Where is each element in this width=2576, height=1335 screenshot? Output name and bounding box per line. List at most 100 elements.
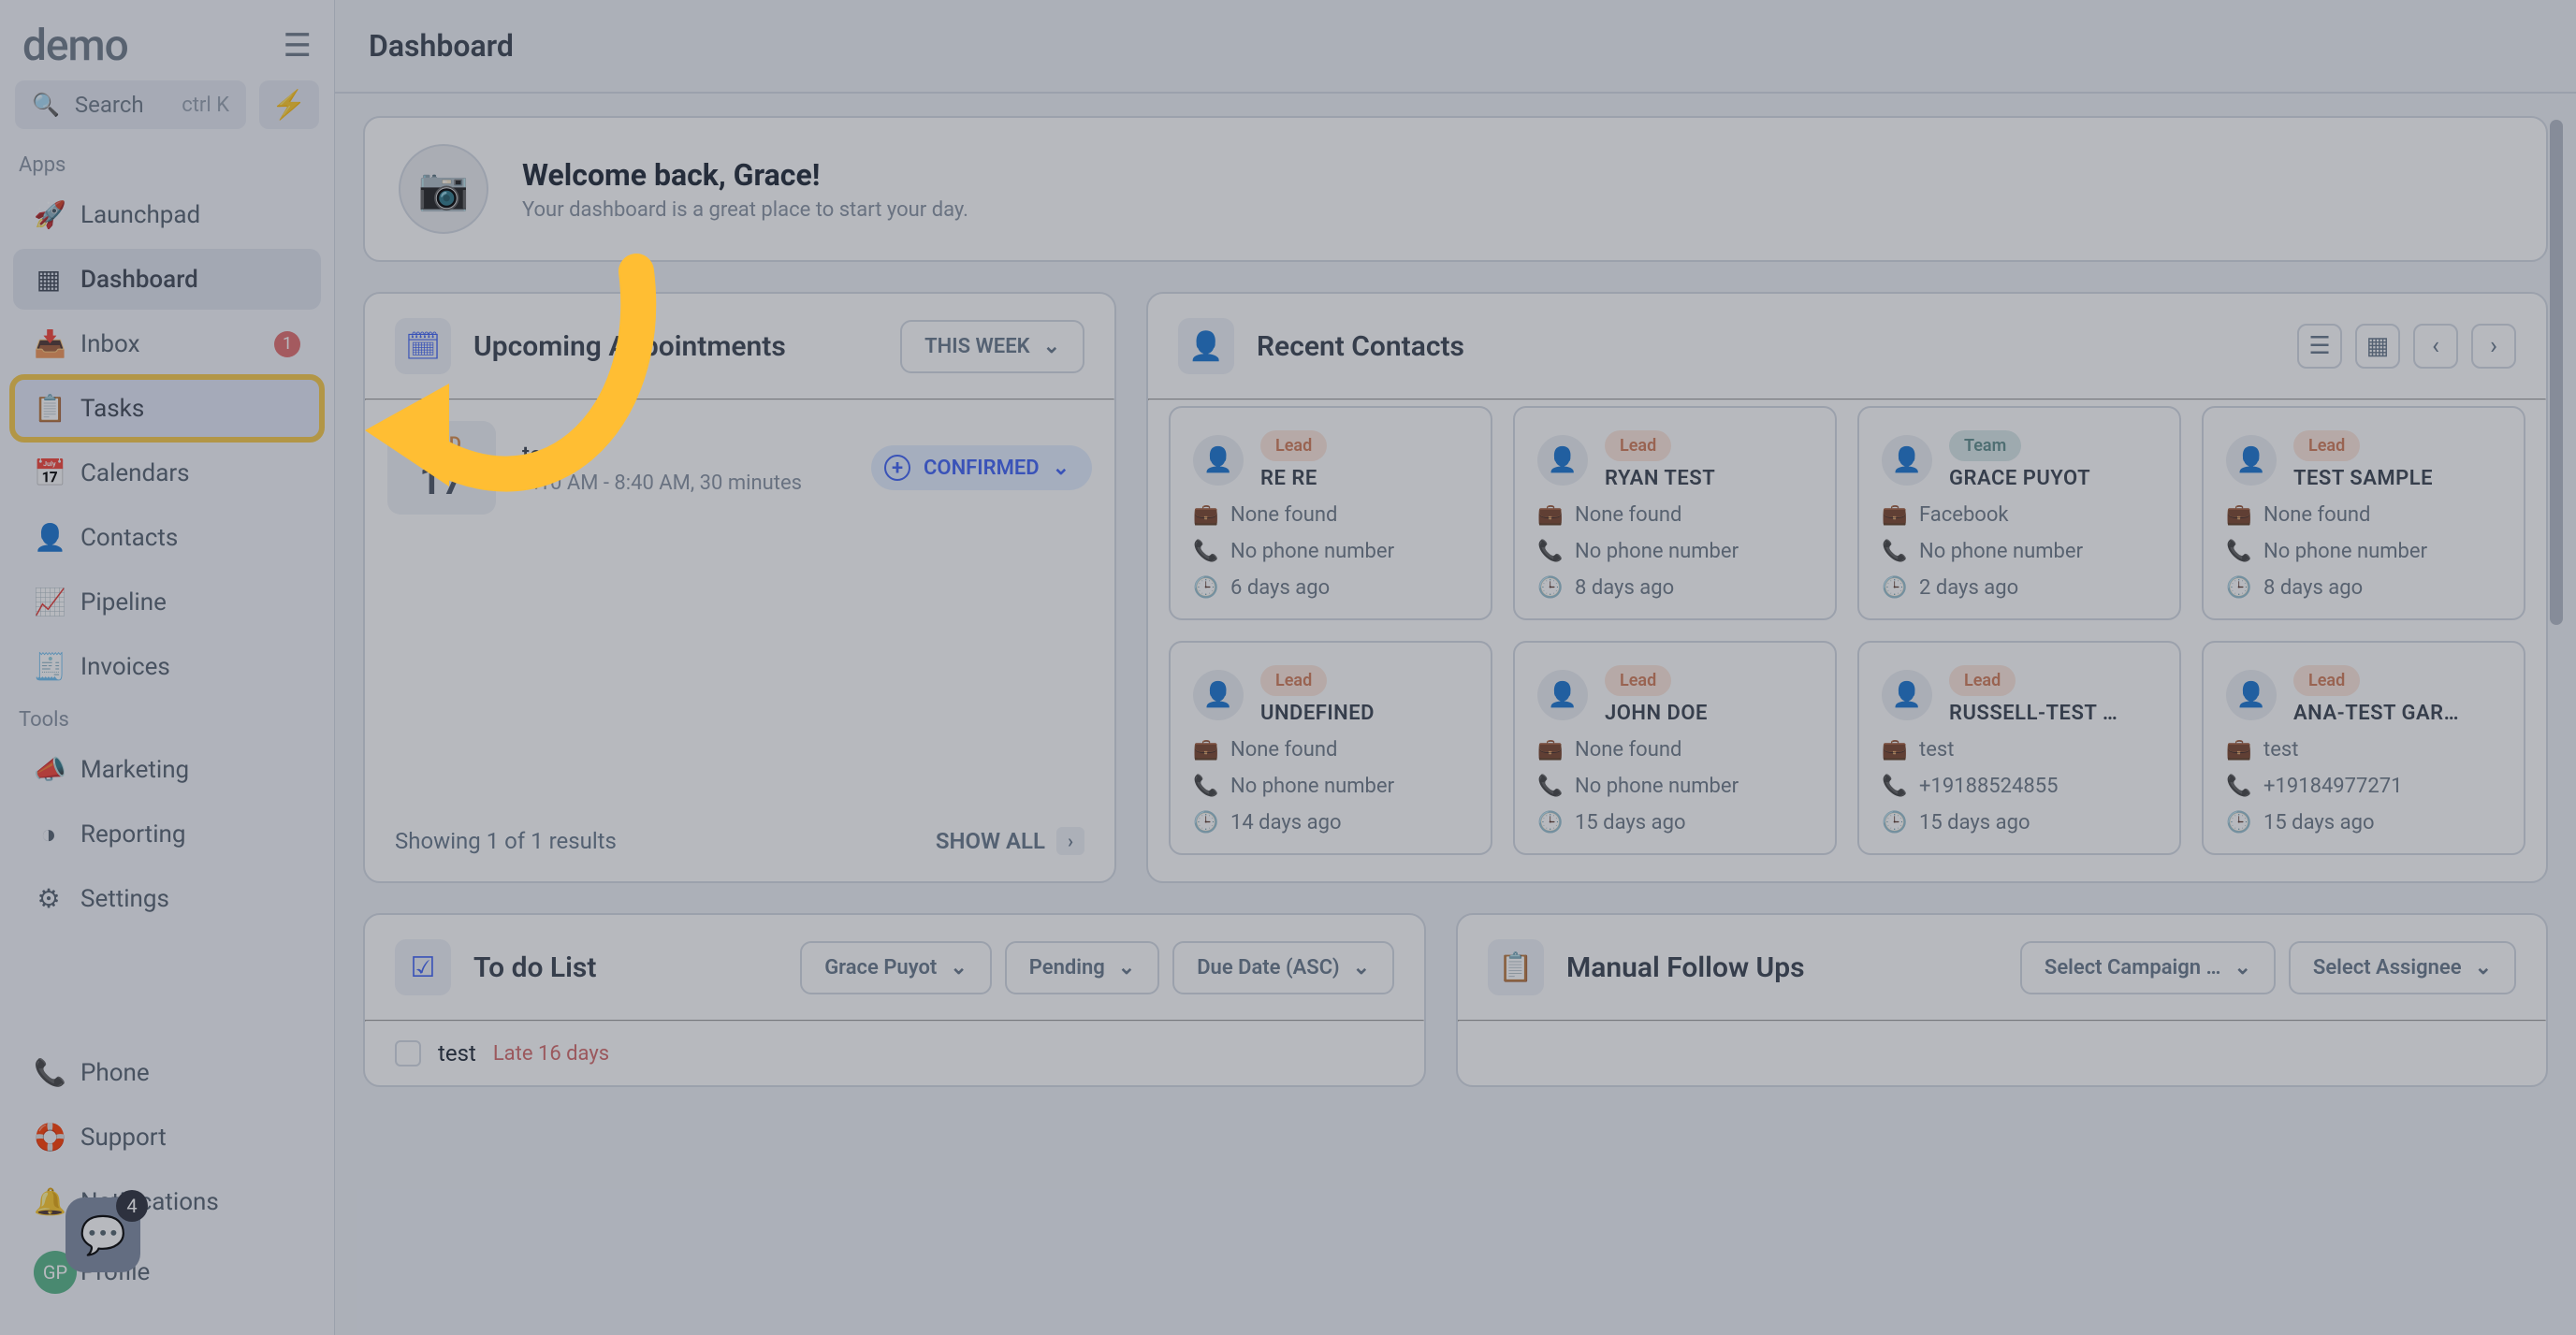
sidebar-item-label: Phone (80, 1059, 150, 1087)
contact-card[interactable]: 👤LeadRE RE💼None found📞No phone number🕒6 … (1169, 406, 1492, 620)
contact-name: UNDEFINED (1260, 702, 1375, 725)
contact-card[interactable]: 👤LeadRYAN TEST💼None found📞No phone numbe… (1513, 406, 1837, 620)
contact-card[interactable]: 👤LeadJOHN DOE💼None found📞No phone number… (1513, 641, 1837, 855)
followups-heading: Manual Follow Ups (1566, 951, 1998, 984)
checkbox[interactable] (395, 1040, 421, 1067)
todo-item[interactable]: test Late 16 days (365, 1022, 1424, 1085)
sidebar-item-marketing[interactable]: 📣Marketing (13, 739, 321, 800)
sidebar-item-pipeline[interactable]: 📈Pipeline (13, 572, 321, 632)
profile-icon: GP (34, 1251, 64, 1294)
followups-card: 📋 Manual Follow Ups Select Campaign …⌄ S… (1456, 913, 2548, 1087)
contacts-card: 👤 Recent Contacts ☰ ▦ ‹ › 👤LeadRE RE💼Non… (1146, 292, 2548, 883)
contact-name: GRACE PUYOT (1949, 467, 2090, 490)
quick-action-button[interactable]: ⚡ (259, 80, 319, 129)
search-icon: 🔍 (32, 92, 60, 118)
contact-type-badge: Lead (1949, 665, 2016, 696)
sidebar-item-invoices[interactable]: 🧾Invoices (13, 636, 321, 697)
chevron-right-icon: › (1056, 827, 1084, 855)
clock-icon: 🕒 (1882, 811, 1906, 834)
avatar-icon: 👤 (2226, 435, 2277, 486)
sidebar-item-label: Tasks (80, 395, 144, 423)
section-tools-label: Tools (0, 697, 334, 739)
prev-page-icon[interactable]: ‹ (2413, 324, 2458, 369)
sidebar-item-tasks[interactable]: 📋Tasks (13, 378, 321, 439)
badge-count: 1 (274, 331, 300, 357)
checklist-icon: ☑ (395, 939, 451, 995)
sidebar-item-label: Settings (80, 885, 169, 913)
phone-icon: 📞 (1537, 775, 1562, 798)
welcome-card: 📷 Welcome back, Grace! Your dashboard is… (363, 116, 2548, 262)
clock-icon: 🕒 (2226, 576, 2250, 600)
page-title: Dashboard (335, 0, 2576, 94)
status-chip[interactable]: +CONFIRMED⌄ (871, 445, 1092, 490)
view-grid-icon[interactable]: ▦ (2355, 324, 2400, 369)
sidebar-item-settings[interactable]: ⚙Settings (13, 868, 321, 929)
chevron-down-icon: ⌄ (2475, 956, 2492, 979)
contact-type-badge: Lead (1605, 665, 1671, 696)
date-range-select[interactable]: THIS WEEK ⌄ (900, 320, 1084, 373)
inbox-icon: 📥 (34, 328, 64, 359)
sidebar-item-calendars[interactable]: 📅Calendars (13, 443, 321, 503)
sidebar-item-notifications[interactable]: 🔔Notifications (13, 1171, 321, 1232)
section-apps-label: Apps (0, 142, 334, 184)
contact-type-badge: Lead (2293, 665, 2360, 696)
todo-sort-filter[interactable]: Due Date (ASC)⌄ (1172, 941, 1394, 994)
sidebar-item-label: Launchpad (80, 201, 200, 229)
next-page-icon[interactable]: › (2471, 324, 2516, 369)
contact-card[interactable]: 👤LeadRUSSELL-TEST …💼test📞+19188524855🕒15… (1857, 641, 2181, 855)
sidebar-item-launchpad[interactable]: 🚀Launchpad (13, 184, 321, 245)
chevron-down-icon: ⌄ (1353, 956, 1370, 979)
contact-type-badge: Lead (1260, 430, 1327, 461)
clipboard-icon: 📋 (1488, 939, 1544, 995)
sidebar-item-phone[interactable]: 📞Phone (13, 1042, 321, 1103)
sidebar-item-contacts[interactable]: 👤Contacts (13, 507, 321, 568)
show-all-button[interactable]: SHOW ALL › (936, 827, 1084, 855)
contact-card[interactable]: 👤LeadANA-TEST GAR…💼test📞+19184977271🕒15 … (2202, 641, 2525, 855)
clock-icon: 🕒 (1193, 811, 1217, 834)
pipeline-icon: 📈 (34, 587, 64, 617)
sidebar-item-support[interactable]: 🛟Support (13, 1107, 321, 1168)
results-count: Showing 1 of 1 results (395, 828, 617, 854)
date-badge: WED17 (387, 421, 496, 515)
todo-status-filter[interactable]: Pending⌄ (1005, 941, 1159, 994)
contact-name: JOHN DOE (1605, 702, 1708, 725)
todo-assignee-filter[interactable]: Grace Puyot⌄ (800, 941, 992, 994)
clock-icon: 🕒 (1537, 576, 1562, 600)
clock-icon: 🕒 (1882, 576, 1906, 600)
sidebar-item-reporting[interactable]: ◑Reporting (13, 804, 321, 864)
appointment-row[interactable]: WED17test8:10 AM - 8:40 AM, 30 minutes+C… (365, 400, 1114, 535)
contact-card[interactable]: 👤TeamGRACE PUYOT💼Facebook📞No phone numbe… (1857, 406, 2181, 620)
chevron-down-icon: ⌄ (2234, 956, 2250, 979)
scrollbar[interactable] (2550, 120, 2563, 625)
plus-icon: + (884, 455, 910, 481)
clock-icon: 🕒 (1193, 576, 1217, 600)
contact-name: TEST SAMPLE (2293, 467, 2433, 490)
marketing-icon: 📣 (34, 754, 64, 785)
campaign-filter[interactable]: Select Campaign …⌄ (2020, 941, 2276, 994)
avatar-icon: 👤 (1882, 435, 1932, 486)
camera-icon[interactable]: 📷 (399, 144, 488, 234)
assignee-filter[interactable]: Select Assignee⌄ (2289, 941, 2516, 994)
contact-card[interactable]: 👤LeadUNDEFINED💼None found📞No phone numbe… (1169, 641, 1492, 855)
search-placeholder: Search (75, 92, 144, 118)
search-input[interactable]: 🔍 Search ctrl K (15, 80, 246, 129)
contact-type-badge: Lead (1260, 665, 1327, 696)
contact-type-badge: Lead (2293, 430, 2360, 461)
menu-toggle-icon[interactable]: ☰ (284, 27, 312, 65)
appointments-heading: Upcoming Appointments (473, 330, 878, 363)
briefcase-icon: 💼 (1882, 738, 1906, 762)
contact-card[interactable]: 👤LeadTEST SAMPLE💼None found📞No phone num… (2202, 406, 2525, 620)
avatar-icon: 👤 (2226, 670, 2277, 720)
briefcase-icon: 💼 (1193, 738, 1217, 762)
chat-widget[interactable]: 💬 (65, 1197, 140, 1272)
sidebar-item-label: Inbox (80, 330, 140, 358)
contact-name: RUSSELL-TEST … (1949, 702, 2118, 725)
sidebar-item-inbox[interactable]: 📥 Inbox 1 (13, 313, 321, 374)
sidebar-item-label: Dashboard (80, 266, 198, 294)
phone-icon: 📞 (2226, 775, 2250, 798)
sidebar-item-profile[interactable]: GPProfile (13, 1236, 321, 1309)
sidebar-item-dashboard[interactable]: ▦Dashboard (13, 249, 321, 310)
view-list-icon[interactable]: ☰ (2297, 324, 2342, 369)
appointments-card: 🗓 Upcoming Appointments THIS WEEK ⌄ WED1… (363, 292, 1116, 883)
phone-icon: 📞 (1882, 775, 1906, 798)
